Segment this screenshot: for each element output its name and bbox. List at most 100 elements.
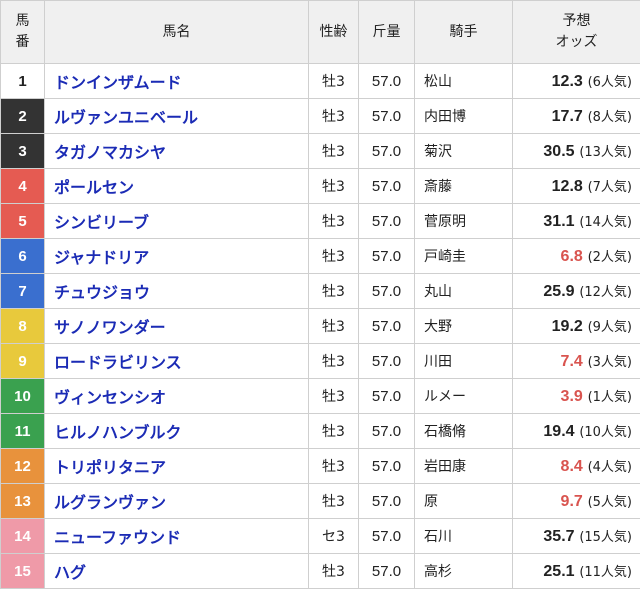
popularity-rank: (10人気): [579, 425, 632, 440]
table-row: 8サノノワンダー牡357.0大野19.2 (9人気): [1, 309, 640, 344]
popularity-rank: (15人気): [579, 530, 632, 545]
horse-name-link[interactable]: ヴィンセンシオ: [45, 379, 309, 414]
popularity-rank: (1人気): [588, 390, 632, 405]
sex-age: 牡3: [309, 204, 359, 239]
popularity-rank: (11人気): [579, 565, 632, 580]
weight: 57.0: [359, 309, 415, 344]
odds-cell: 31.1 (14人気): [513, 204, 640, 239]
odds-cell: 25.1 (11人気): [513, 554, 640, 589]
jockey-name: 川田: [415, 344, 513, 379]
popularity-rank: (8人気): [588, 110, 632, 125]
odds-value: 7.4: [561, 353, 583, 370]
popularity-rank: (14人気): [579, 215, 632, 230]
odds-value: 17.7: [552, 108, 583, 125]
jockey-name: 菊沢: [415, 134, 513, 169]
weight: 57.0: [359, 379, 415, 414]
jockey-name: 石川: [415, 519, 513, 554]
header-sex-age: 性齢: [309, 1, 359, 64]
horse-number: 15: [1, 554, 45, 589]
weight: 57.0: [359, 239, 415, 274]
popularity-rank: (3人気): [588, 355, 632, 370]
table-row: 9ロードラビリンス牡357.0川田7.4 (3人気): [1, 344, 640, 379]
header-number: 馬番: [1, 1, 45, 64]
sex-age: 牡3: [309, 239, 359, 274]
odds-value: 19.2: [552, 318, 583, 335]
popularity-rank: (12人気): [579, 285, 632, 300]
weight: 57.0: [359, 519, 415, 554]
table-row: 14ニューファウンドセ357.0石川35.7 (15人気): [1, 519, 640, 554]
sex-age: 牡3: [309, 309, 359, 344]
sex-age: 牡3: [309, 484, 359, 519]
odds-cell: 6.8 (2人気): [513, 239, 640, 274]
horse-number: 7: [1, 274, 45, 309]
sex-age: 牡3: [309, 414, 359, 449]
header-odds: 予想オッズ: [513, 1, 640, 64]
odds-cell: 30.5 (13人気): [513, 134, 640, 169]
popularity-rank: (6人気): [588, 75, 632, 90]
horse-name-link[interactable]: サノノワンダー: [45, 309, 309, 344]
horse-number: 1: [1, 64, 45, 99]
horse-name-link[interactable]: タガノマカシヤ: [45, 134, 309, 169]
table-header-row: 馬番 馬名 性齢 斤量 騎手 予想オッズ: [1, 1, 640, 64]
odds-value: 25.9: [543, 283, 574, 300]
entries-table: 馬番 馬名 性齢 斤量 騎手 予想オッズ 1ドンインザムード牡357.0松山12…: [0, 0, 640, 589]
weight: 57.0: [359, 64, 415, 99]
popularity-rank: (9人気): [588, 320, 632, 335]
sex-age: 牡3: [309, 99, 359, 134]
horse-name-link[interactable]: ポールセン: [45, 169, 309, 204]
popularity-rank: (2人気): [588, 250, 632, 265]
horse-name-link[interactable]: ルグランヴァン: [45, 484, 309, 519]
horse-name-link[interactable]: ルヴァンユニベール: [45, 99, 309, 134]
jockey-name: 丸山: [415, 274, 513, 309]
jockey-name: 原: [415, 484, 513, 519]
table-row: 3タガノマカシヤ牡357.0菊沢30.5 (13人気): [1, 134, 640, 169]
table-row: 4ポールセン牡357.0斎藤12.8 (7人気): [1, 169, 640, 204]
odds-value: 6.8: [561, 248, 583, 265]
odds-cell: 35.7 (15人気): [513, 519, 640, 554]
weight: 57.0: [359, 484, 415, 519]
horse-name-link[interactable]: ロードラビリンス: [45, 344, 309, 379]
table-row: 10ヴィンセンシオ牡357.0ルメー3.9 (1人気): [1, 379, 640, 414]
horse-number: 11: [1, 414, 45, 449]
horse-name-link[interactable]: ドンインザムード: [45, 64, 309, 99]
odds-cell: 19.2 (9人気): [513, 309, 640, 344]
odds-value: 8.4: [561, 458, 583, 475]
table-row: 11ヒルノハンブルク牡357.0石橋脩19.4 (10人気): [1, 414, 640, 449]
horse-number: 8: [1, 309, 45, 344]
jockey-name: 内田博: [415, 99, 513, 134]
jockey-name: 戸崎圭: [415, 239, 513, 274]
odds-value: 9.7: [561, 493, 583, 510]
sex-age: セ3: [309, 519, 359, 554]
odds-value: 35.7: [543, 528, 574, 545]
header-weight: 斤量: [359, 1, 415, 64]
horse-name-link[interactable]: ヒルノハンブルク: [45, 414, 309, 449]
table-row: 13ルグランヴァン牡357.0原9.7 (5人気): [1, 484, 640, 519]
horse-name-link[interactable]: シンビリーブ: [45, 204, 309, 239]
horse-name-link[interactable]: チュウジョウ: [45, 274, 309, 309]
horse-number: 2: [1, 99, 45, 134]
odds-value: 30.5: [543, 143, 574, 160]
horse-name-link[interactable]: ニューファウンド: [45, 519, 309, 554]
table-row: 7チュウジョウ牡357.0丸山25.9 (12人気): [1, 274, 640, 309]
header-jockey: 騎手: [415, 1, 513, 64]
horse-name-link[interactable]: トリポリタニア: [45, 449, 309, 484]
horse-name-link[interactable]: ジャナドリア: [45, 239, 309, 274]
jockey-name: 菅原明: [415, 204, 513, 239]
sex-age: 牡3: [309, 554, 359, 589]
odds-cell: 3.9 (1人気): [513, 379, 640, 414]
jockey-name: 松山: [415, 64, 513, 99]
jockey-name: 高杉: [415, 554, 513, 589]
weight: 57.0: [359, 274, 415, 309]
horse-name-link[interactable]: ハグ: [45, 554, 309, 589]
sex-age: 牡3: [309, 134, 359, 169]
odds-value: 25.1: [543, 563, 574, 580]
sex-age: 牡3: [309, 344, 359, 379]
horse-number: 12: [1, 449, 45, 484]
odds-cell: 7.4 (3人気): [513, 344, 640, 379]
odds-cell: 8.4 (4人気): [513, 449, 640, 484]
weight: 57.0: [359, 414, 415, 449]
jockey-name: ルメー: [415, 379, 513, 414]
popularity-rank: (4人気): [588, 460, 632, 475]
weight: 57.0: [359, 344, 415, 379]
jockey-name: 岩田康: [415, 449, 513, 484]
